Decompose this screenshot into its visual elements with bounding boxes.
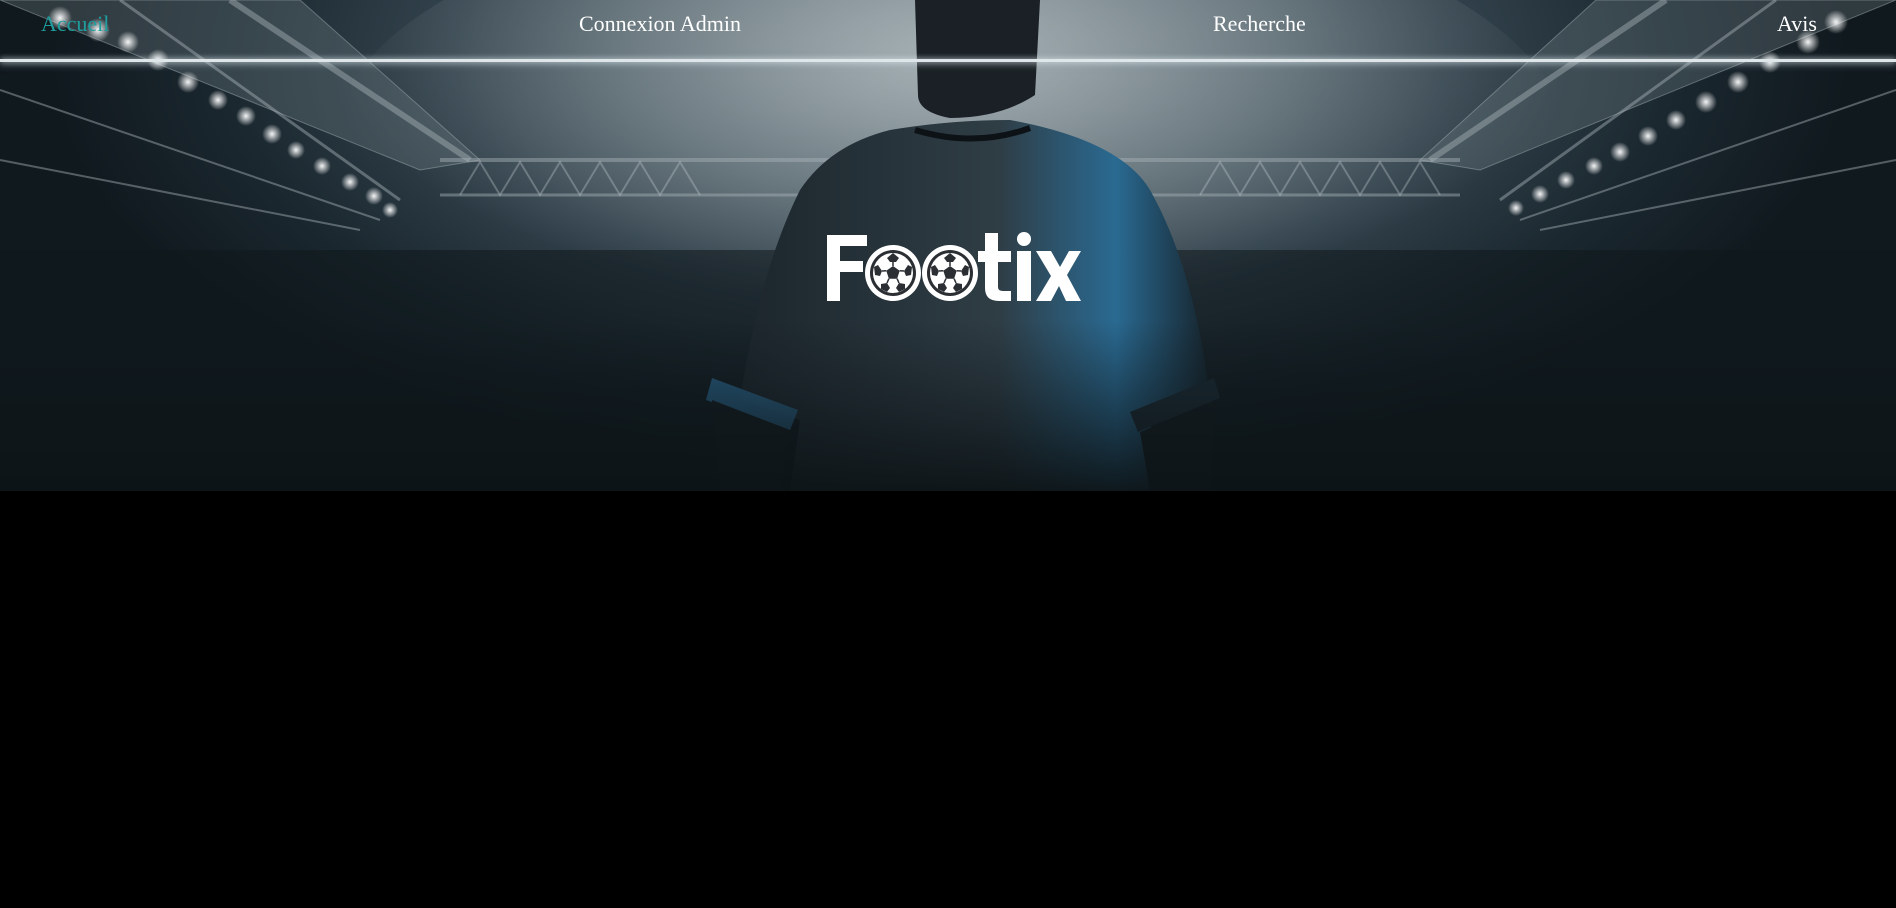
nav-link-avis[interactable]: Avis [1777,10,1817,37]
nav-link-recherche[interactable]: Recherche [1213,10,1306,37]
page: Accueil Connexion Admin Recherche Avis [0,0,1896,908]
top-navigation: Accueil Connexion Admin Recherche Avis [0,0,1896,62]
nav-link-accueil[interactable]: Accueil [41,10,109,37]
hero-banner: Accueil Connexion Admin Recherche Avis [0,0,1896,491]
nav-divider [0,59,1896,62]
footix-logo [825,231,1081,305]
nav-link-connexion-admin[interactable]: Connexion Admin [579,10,741,37]
content-area [0,491,1896,908]
